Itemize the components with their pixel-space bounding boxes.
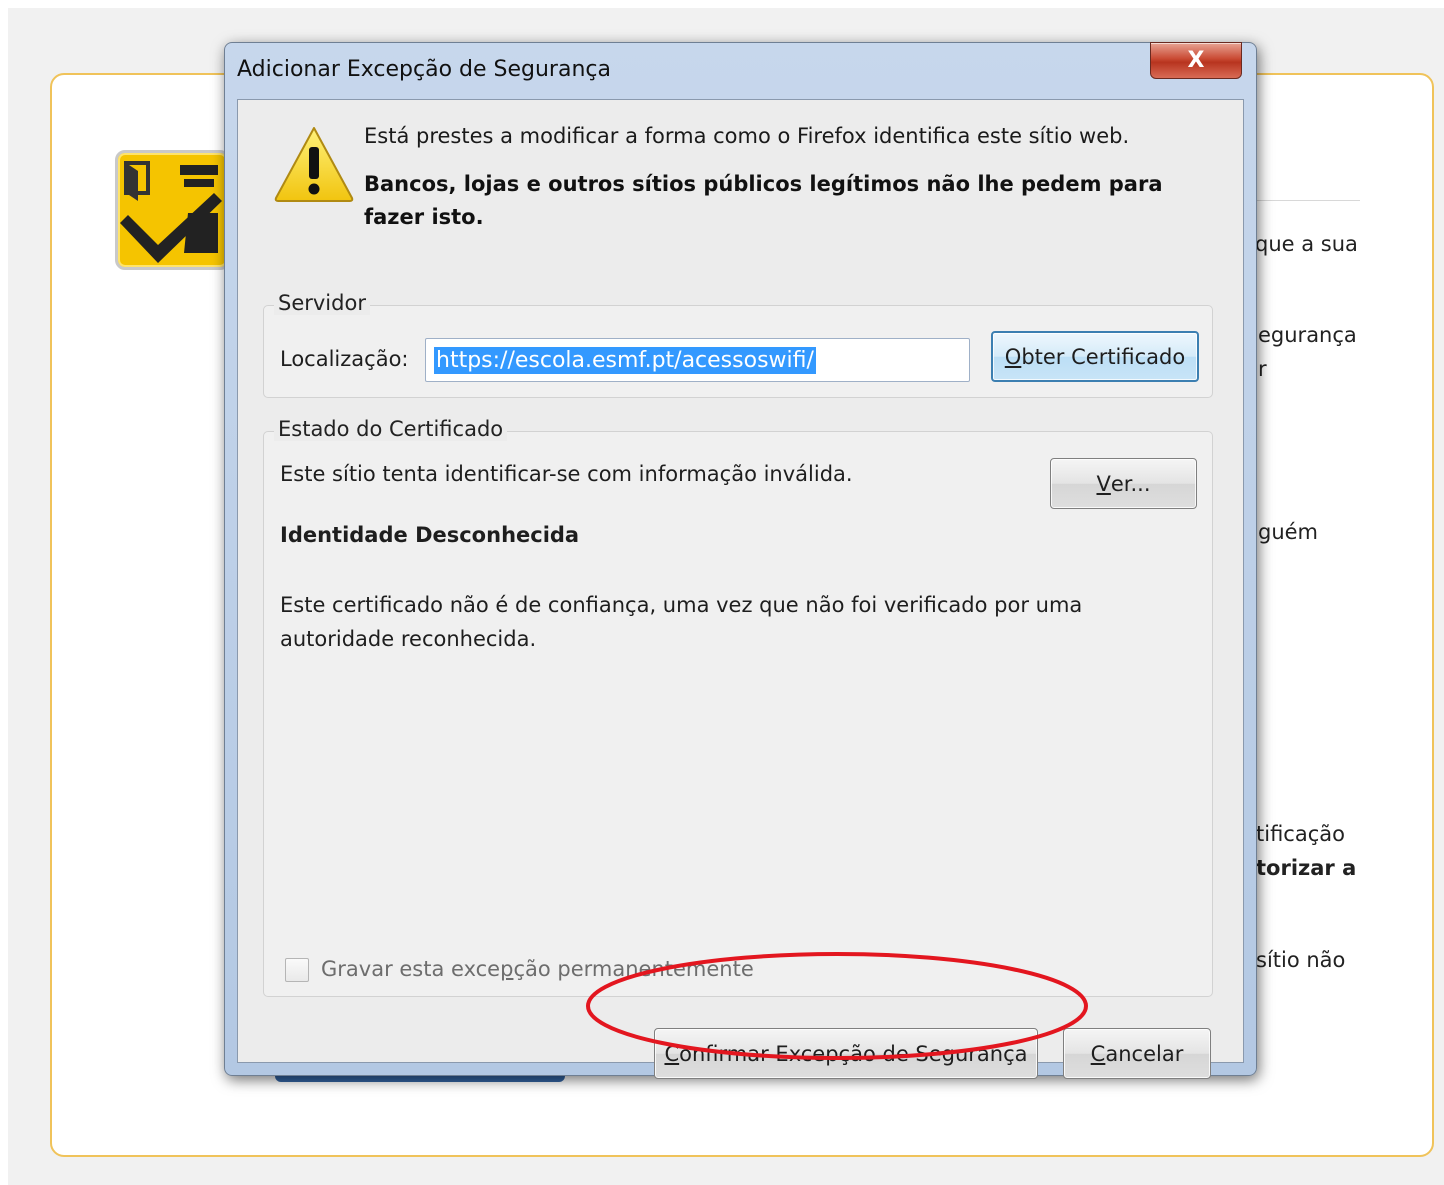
permanent-exception-checkbox[interactable]	[285, 958, 309, 982]
warning-icon	[274, 127, 354, 202]
background-text: sítio não	[1256, 948, 1346, 972]
get-certificate-button[interactable]: Obter Certificado	[991, 331, 1199, 382]
dialog-content: Está prestes a modificar a forma como o …	[237, 99, 1244, 1079]
dialog-title: Adicionar Excepção de Segurança	[237, 57, 611, 82]
get-certificate-label: bter Certificado	[1021, 344, 1186, 369]
background-text: tificação	[1256, 822, 1345, 846]
cancel-accel: C	[1090, 1041, 1106, 1066]
warning-message: Está prestes a modificar a forma como o …	[364, 124, 1130, 148]
checkbox-label-part: Gravar esta exce	[321, 957, 501, 981]
background-text: que a sua	[1255, 232, 1358, 256]
location-label: Localização:	[280, 347, 409, 371]
location-input[interactable]: https://escola.esmf.pt/acessoswifi/	[425, 338, 970, 382]
background-text: egurança	[1258, 323, 1357, 347]
close-icon: X	[1187, 48, 1205, 73]
cancel-label: ancelar	[1105, 1041, 1184, 1066]
certificate-status-text: Este sítio tenta identificar-se com info…	[280, 462, 853, 486]
cancel-button[interactable]: Cancelar	[1063, 1028, 1211, 1079]
get-certificate-accel: O	[1004, 344, 1022, 369]
warning-message-bold: Bancos, lojas e outros sítios públicos l…	[364, 172, 1163, 229]
server-legend: Servidor	[274, 291, 370, 315]
confirm-label: onfirmar Excepção de Segurança	[679, 1041, 1028, 1066]
confirm-accel: C	[664, 1041, 680, 1066]
certificate-status-legend: Estado do Certificado	[274, 417, 508, 441]
background-text: torizar a	[1256, 856, 1357, 880]
view-certificate-button[interactable]: Ver...	[1050, 458, 1197, 509]
identity-heading: Identidade Desconhecida	[280, 523, 580, 547]
add-security-exception-dialog: Adicionar Excepção de Segurança X Está p…	[224, 42, 1257, 1079]
security-officer-icon	[115, 150, 230, 270]
location-value: https://escola.esmf.pt/acessoswifi/	[434, 346, 816, 374]
checkbox-label-accel: p	[500, 957, 514, 981]
background-text: r	[1258, 357, 1267, 381]
background-text: guém	[1258, 520, 1319, 544]
permanent-exception-label[interactable]: Gravar esta excepção permanentemente	[321, 957, 754, 981]
view-accel: V	[1096, 471, 1111, 496]
close-button[interactable]: X	[1150, 42, 1242, 79]
confirm-security-exception-button[interactable]: Confirmar Excepção de Segurança	[654, 1028, 1038, 1079]
background-divider	[1240, 200, 1360, 201]
view-label: er...	[1110, 471, 1151, 496]
checkbox-label-part: ção permanentemente	[513, 957, 754, 981]
dialog-titlebar[interactable]: Adicionar Excepção de Segurança X	[225, 42, 1256, 97]
identity-detail: Este certificado não é de confiança, uma…	[280, 593, 1083, 651]
certificate-status-group: Estado do Certificado	[263, 417, 1213, 997]
